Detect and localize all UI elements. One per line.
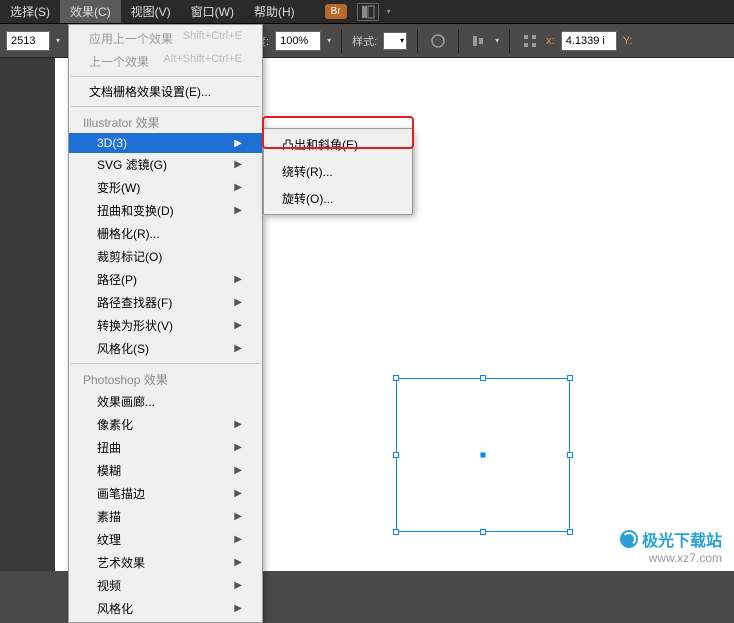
style-label: 样式: bbox=[352, 33, 377, 49]
menubar: 选择(S) 效果(C) 视图(V) 窗口(W) 帮助(H) Br ▾ bbox=[0, 0, 734, 24]
left-dock bbox=[0, 58, 55, 571]
chevron-right-icon: ▶ bbox=[234, 205, 242, 216]
stepper-icon[interactable]: ▾ bbox=[327, 36, 331, 45]
menu-rasterize[interactable]: 栅格化(R)... bbox=[69, 222, 262, 245]
chevron-right-icon: ▶ bbox=[234, 465, 242, 476]
bridge-badge[interactable]: Br bbox=[325, 4, 347, 19]
chevron-right-icon: ▶ bbox=[234, 138, 242, 149]
menu-3d[interactable]: 3D(3)▶ bbox=[69, 133, 262, 153]
chevron-down-icon[interactable]: ▾ bbox=[495, 36, 499, 45]
style-swatch[interactable] bbox=[383, 32, 407, 50]
x-coord-label: x: bbox=[546, 35, 555, 47]
menu-window[interactable]: 窗口(W) bbox=[181, 0, 244, 23]
y-coord-label: Y: bbox=[623, 35, 633, 47]
chevron-right-icon: ▶ bbox=[234, 534, 242, 545]
menu-distort-transform[interactable]: 扭曲和变换(D)▶ bbox=[69, 199, 262, 222]
transform-icon[interactable] bbox=[520, 31, 540, 51]
menu-stylize-ps[interactable]: 风格化▶ bbox=[69, 597, 262, 620]
chevron-right-icon: ▶ bbox=[234, 488, 242, 499]
chevron-right-icon: ▶ bbox=[234, 603, 242, 614]
chevron-right-icon: ▶ bbox=[234, 320, 242, 331]
x-coord-field[interactable] bbox=[561, 31, 617, 51]
align-icon[interactable] bbox=[469, 31, 489, 51]
menu-sketch[interactable]: 素描▶ bbox=[69, 505, 262, 528]
menu-group-photoshop: Photoshop 效果 bbox=[69, 367, 262, 390]
submenu-3d: 凸出和斜角(E)... 绕转(R)... 旋转(O)... bbox=[263, 128, 413, 215]
resize-handle[interactable] bbox=[567, 529, 573, 535]
resize-handle[interactable] bbox=[480, 375, 486, 381]
menu-separator bbox=[71, 363, 260, 364]
menu-apply-last-effect: 应用上一个效果 Shift+Ctrl+E bbox=[69, 27, 262, 50]
numeric-field[interactable] bbox=[6, 31, 50, 51]
resize-handle[interactable] bbox=[393, 452, 399, 458]
menu-blur[interactable]: 模糊▶ bbox=[69, 459, 262, 482]
menu-crop-marks[interactable]: 裁剪标记(O) bbox=[69, 245, 262, 268]
menu-separator bbox=[71, 76, 260, 77]
resize-handle[interactable] bbox=[393, 375, 399, 381]
menu-separator bbox=[71, 106, 260, 107]
resize-handle[interactable] bbox=[393, 529, 399, 535]
submenu-rotate[interactable]: 旋转(O)... bbox=[264, 185, 412, 212]
watermark-url: www.xz7.com bbox=[620, 551, 722, 565]
menu-last-effect: 上一个效果 Alt+Shift+Ctrl+E bbox=[69, 50, 262, 73]
submenu-revolve[interactable]: 绕转(R)... bbox=[264, 158, 412, 185]
menu-select[interactable]: 选择(S) bbox=[0, 0, 60, 23]
resize-handle[interactable] bbox=[567, 452, 573, 458]
layout-icon bbox=[361, 5, 375, 19]
menu-pixelate[interactable]: 像素化▶ bbox=[69, 413, 262, 436]
menu-path[interactable]: 路径(P)▶ bbox=[69, 268, 262, 291]
menu-effect-gallery[interactable]: 效果画廊... bbox=[69, 390, 262, 413]
menu-effects[interactable]: 效果(C) bbox=[60, 0, 121, 23]
chevron-right-icon: ▶ bbox=[234, 343, 242, 354]
chevron-right-icon: ▶ bbox=[234, 557, 242, 568]
menu-help[interactable]: 帮助(H) bbox=[244, 0, 305, 23]
effects-dropdown: 应用上一个效果 Shift+Ctrl+E 上一个效果 Alt+Shift+Ctr… bbox=[68, 24, 263, 623]
watermark: 极光下载站 www.xz7.com bbox=[620, 527, 722, 565]
chevron-right-icon: ▶ bbox=[234, 419, 242, 430]
stepper-icon[interactable]: ▾ bbox=[56, 36, 60, 45]
resize-handle[interactable] bbox=[480, 529, 486, 535]
workspace-switcher[interactable] bbox=[357, 3, 379, 21]
menu-convert-to-shape[interactable]: 转换为形状(V)▶ bbox=[69, 314, 262, 337]
menu-video[interactable]: 视频▶ bbox=[69, 574, 262, 597]
menu-pathfinder[interactable]: 路径查找器(F)▶ bbox=[69, 291, 262, 314]
chevron-right-icon: ▶ bbox=[234, 511, 242, 522]
chevron-right-icon: ▶ bbox=[234, 182, 242, 193]
menu-distort-ps[interactable]: 扭曲▶ bbox=[69, 436, 262, 459]
chevron-right-icon: ▶ bbox=[234, 442, 242, 453]
resize-handle[interactable] bbox=[567, 375, 573, 381]
chevron-right-icon: ▶ bbox=[234, 297, 242, 308]
menu-warp[interactable]: 变形(W)▶ bbox=[69, 176, 262, 199]
chevron-right-icon: ▶ bbox=[234, 580, 242, 591]
menu-texture[interactable]: 纹理▶ bbox=[69, 528, 262, 551]
menu-brush-strokes[interactable]: 画笔描边▶ bbox=[69, 482, 262, 505]
submenu-extrude-bevel[interactable]: 凸出和斜角(E)... bbox=[264, 131, 412, 158]
menu-view[interactable]: 视图(V) bbox=[121, 0, 181, 23]
watermark-brand-text: 极光下载站 bbox=[642, 527, 722, 551]
recolor-icon[interactable] bbox=[428, 31, 448, 51]
menu-document-raster-settings[interactable]: 文档栅格效果设置(E)... bbox=[69, 80, 262, 103]
chevron-down-icon: ▾ bbox=[387, 7, 391, 16]
menu-group-illustrator: Illustrator 效果 bbox=[69, 110, 262, 133]
menu-svg-filters[interactable]: SVG 滤镜(G)▶ bbox=[69, 153, 262, 176]
center-point[interactable] bbox=[481, 453, 486, 458]
watermark-logo-icon bbox=[620, 530, 638, 548]
opacity-field[interactable] bbox=[275, 31, 321, 51]
menu-stylize-ai[interactable]: 风格化(S)▶ bbox=[69, 337, 262, 360]
chevron-right-icon: ▶ bbox=[234, 274, 242, 285]
chevron-right-icon: ▶ bbox=[234, 159, 242, 170]
selection-bounding-box[interactable] bbox=[396, 378, 570, 532]
